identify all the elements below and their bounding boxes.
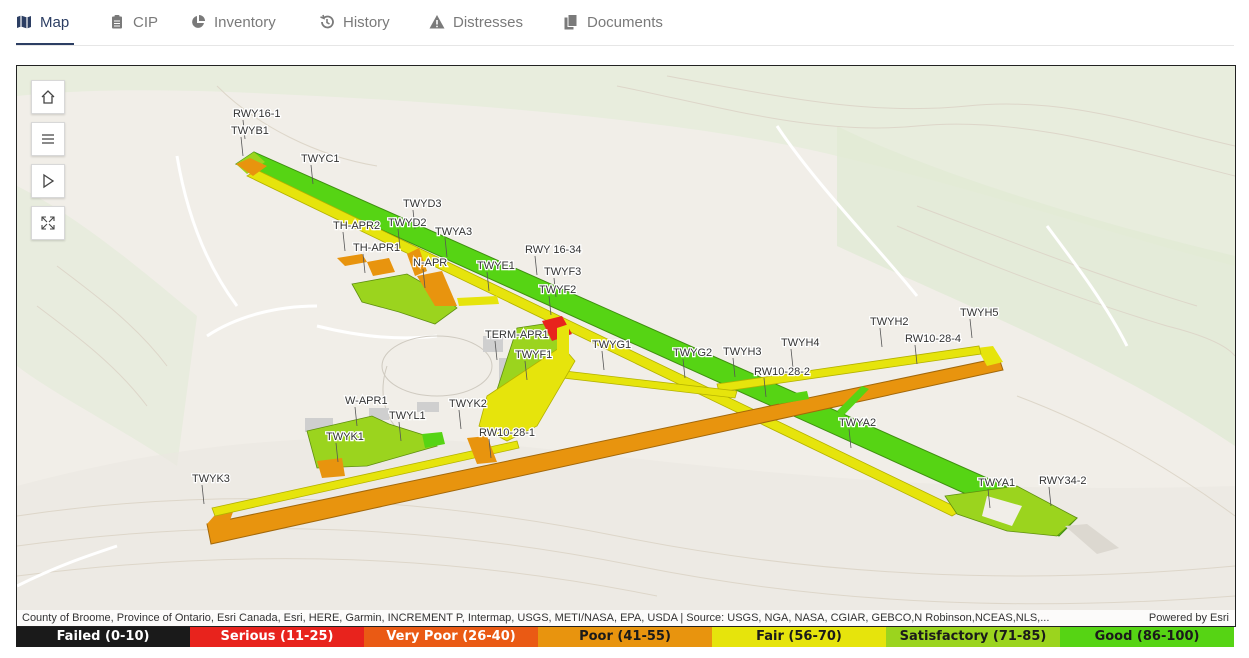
feature-label[interactable]: RW10-28-2 <box>753 365 812 380</box>
feature-label[interactable]: TWYH3 <box>722 345 763 360</box>
feature-label[interactable]: TWYK2 <box>448 397 488 412</box>
attribution-text: County of Broome, Province of Ontario, E… <box>22 612 1050 624</box>
feature-label[interactable]: TWYA1 <box>977 476 1017 491</box>
feature-label[interactable]: N-APR <box>412 256 449 271</box>
tab-label: Documents <box>587 13 663 31</box>
tab-history[interactable]: History <box>319 11 390 33</box>
tab-label: CIP <box>133 13 159 31</box>
fullscreen-button[interactable] <box>31 206 65 240</box>
feature-label[interactable]: TH-APR1 <box>352 241 402 256</box>
feature-label[interactable]: RW10-28-1 <box>478 426 537 441</box>
history-icon <box>320 14 334 29</box>
play-button[interactable] <box>31 164 65 198</box>
feature-label[interactable]: TWYG2 <box>672 346 714 361</box>
condition-legend: Failed (0-10) Serious (11-25) Very Poor … <box>16 627 1234 647</box>
tab-map[interactable]: Map <box>16 11 69 33</box>
play-icon <box>43 173 55 189</box>
feature-label[interactable]: RWY16-1 <box>232 107 282 122</box>
feature-label[interactable]: RWY 16-34 <box>524 243 583 258</box>
tab-documents[interactable]: Documents <box>563 11 663 33</box>
feature-label[interactable]: W-APR1 <box>344 394 389 409</box>
tab-bar: Map CIP Inventory History Distresses Doc… <box>16 0 1234 46</box>
legend-poor: Poor (41-55) <box>538 627 712 647</box>
documents-icon <box>564 14 578 30</box>
home-icon <box>41 90 55 104</box>
legend-very-poor: Very Poor (26-40) <box>364 627 538 647</box>
feature-label[interactable]: TWYD2 <box>387 216 428 231</box>
map-icon <box>17 15 31 29</box>
basemap: RWY16-1 TWYB1 TWYC1 TWYD3 TH-APR2 TWYD2 TWYA3 T… <box>17 66 1235 626</box>
map-view[interactable]: RWY16-1 TWYB1 TWYC1 TWYD3 TH-APR2 TWYD2 TWYA3 T… <box>16 65 1236 627</box>
feature-label[interactable]: TWYF2 <box>538 283 578 298</box>
feature-label[interactable]: TWYA3 <box>434 225 474 240</box>
clipboard-icon <box>112 15 122 29</box>
list-icon <box>42 134 54 144</box>
tab-label: Map <box>40 13 70 31</box>
legend-serious: Serious (11-25) <box>190 627 364 647</box>
tab-label: Distresses <box>453 13 524 31</box>
map-attribution: County of Broome, Province of Ontario, E… <box>17 610 1235 626</box>
feature-label[interactable]: TWYB1 <box>230 124 270 139</box>
feature-label[interactable]: TWYK1 <box>325 430 365 445</box>
feature-label[interactable]: TWYH2 <box>869 315 910 330</box>
active-tab-indicator <box>16 43 74 45</box>
feature-label[interactable]: TWYF1 <box>514 348 554 363</box>
legend-failed: Failed (0-10) <box>16 627 190 647</box>
tab-label: History <box>343 13 390 31</box>
pie-chart-icon <box>192 15 205 28</box>
feature-label[interactable]: TWYG1 <box>591 338 633 353</box>
legend-fair: Fair (56-70) <box>712 627 886 647</box>
feature-label[interactable]: TWYL1 <box>388 409 427 424</box>
feature-label[interactable]: TERM-APR1 <box>484 328 550 343</box>
feature-label[interactable]: TWYF3 <box>543 265 583 280</box>
feature-label[interactable]: TH-APR2 <box>332 219 382 234</box>
legend-good: Good (86-100) <box>1060 627 1234 647</box>
feature-label[interactable]: TWYA2 <box>838 416 878 431</box>
expand-icon <box>41 216 55 230</box>
tab-label: Inventory <box>214 13 276 31</box>
tab-inventory[interactable]: Inventory <box>190 11 276 33</box>
legend-satisfactory: Satisfactory (71-85) <box>886 627 1060 647</box>
feature-label[interactable]: TWYK3 <box>191 472 231 487</box>
tab-distresses[interactable]: Distresses <box>429 11 523 33</box>
tab-cip[interactable]: CIP <box>109 11 158 33</box>
feature-label[interactable]: TWYE1 <box>476 259 516 274</box>
feature-label[interactable]: TWYD3 <box>402 197 443 212</box>
home-button[interactable] <box>31 80 65 114</box>
warning-icon <box>429 15 445 29</box>
feature-label[interactable]: TWYH5 <box>959 306 1000 321</box>
feature-label[interactable]: RW10-28-4 <box>904 332 963 347</box>
feature-label[interactable]: TWYC1 <box>300 152 341 167</box>
powered-by[interactable]: Powered by Esri <box>1149 610 1229 626</box>
feature-label[interactable]: TWYH4 <box>780 336 821 351</box>
feature-label[interactable]: RWY34-2 <box>1038 474 1088 489</box>
layer-list-button[interactable] <box>31 122 65 156</box>
